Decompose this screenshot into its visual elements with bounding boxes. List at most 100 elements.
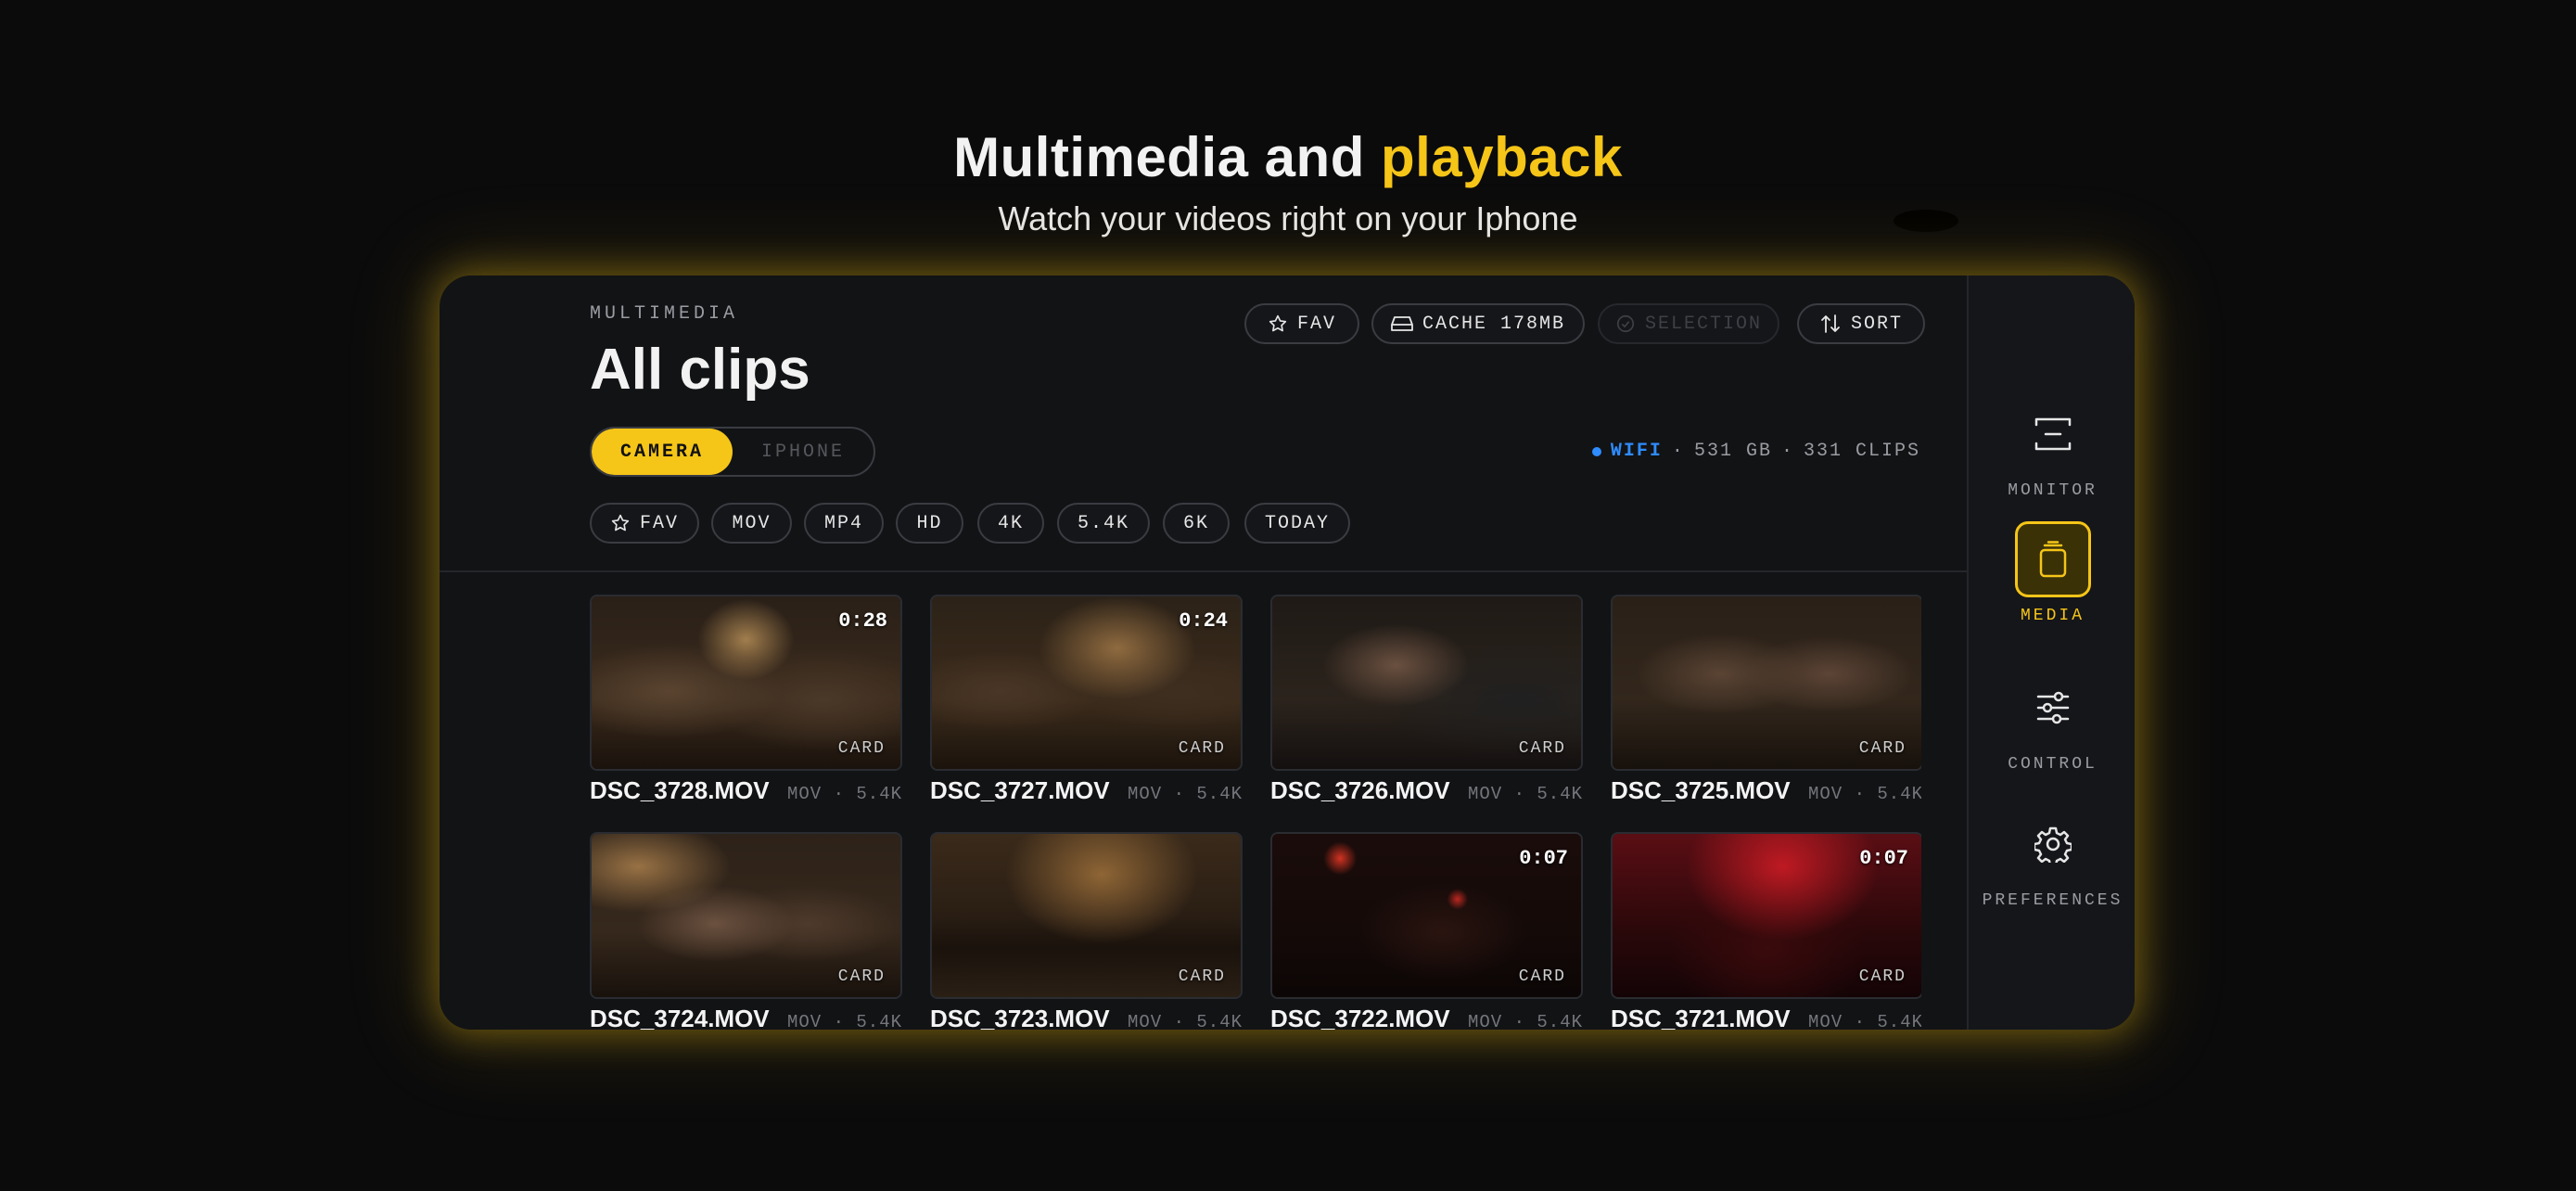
clip-thumbnail[interactable]: CARD [590, 832, 902, 999]
clip-count: 331 CLIPS [1803, 441, 1920, 462]
clip-meta: DSC_3723.MOV MOV · 5.4K [930, 1005, 1243, 1030]
clip-filename: DSC_3722.MOV [1270, 1005, 1450, 1030]
clip-info: MOV · 5.4K [786, 784, 902, 804]
monitor-icon [2015, 396, 2091, 472]
clip-card[interactable]: 0:07 CARD DSC_3722.MOV MOV · 5.4K [1270, 832, 1583, 1030]
clip-card[interactable]: 0:07 CARD DSC_3721.MOV MOV · 5.4K [1611, 832, 1921, 1030]
filter-hd[interactable]: HD [896, 503, 963, 544]
star-icon [611, 514, 630, 531]
sliders-icon [2015, 670, 2091, 746]
clip-format: MOV [1127, 1012, 1163, 1030]
clip-card[interactable]: CARD DSC_3723.MOV MOV · 5.4K [930, 832, 1243, 1030]
clip-meta: DSC_3726.MOV MOV · 5.4K [1270, 776, 1583, 805]
filter-5-4k[interactable]: 5.4K [1057, 503, 1150, 544]
clip-source: CARD [1518, 739, 1566, 758]
sidebar-item-monitor[interactable]: MONITOR [1969, 396, 2135, 500]
clip-meta: DSC_3727.MOV MOV · 5.4K [930, 776, 1243, 805]
sidebar-item-label: MEDIA [2020, 607, 2085, 625]
fav-button-label: FAV [1296, 313, 1336, 335]
clip-resolution: 5.4K [1877, 784, 1921, 804]
sidebar: MONITOR MEDIA CONTROL PREFERENCES [1967, 275, 2135, 1030]
sidebar-item-control[interactable]: CONTROL [1969, 670, 2135, 774]
star-icon [1269, 314, 1287, 332]
clip-filename: DSC_3723.MOV [930, 1005, 1110, 1030]
clip-resolution: 5.4K [856, 1012, 902, 1030]
media-icon [2014, 521, 2091, 597]
hero-title: Multimedia and playback [0, 119, 2576, 197]
clip-thumbnail[interactable]: 0:28 CARD [590, 595, 902, 771]
clip-card[interactable]: CARD DSC_3726.MOV MOV · 5.4K [1270, 595, 1583, 805]
sidebar-item-media[interactable]: MEDIA [1969, 521, 2135, 625]
hero-title-accent: playback [1381, 126, 1623, 188]
source-option-camera[interactable]: CAMERA [592, 429, 733, 475]
clip-resolution: 5.4K [1537, 784, 1583, 804]
sort-button[interactable]: SORT [1797, 303, 1925, 344]
clip-source: CARD [1178, 739, 1226, 758]
clip-thumbnail[interactable]: CARD [1611, 595, 1921, 771]
clip-info: MOV · 5.4K [1128, 1012, 1243, 1030]
clip-thumbnail[interactable]: CARD [1270, 595, 1583, 771]
filter-label: 4K [997, 512, 1024, 534]
hero: Multimedia and playback Watch your video… [0, 119, 2576, 241]
drive-icon [1391, 316, 1413, 331]
clip-info: MOV · 5.4K [1808, 1012, 1921, 1030]
selection-button[interactable]: SELECTION [1598, 303, 1779, 344]
section-label: MULTIMEDIA [590, 303, 739, 325]
sidebar-item-preferences[interactable]: PREFERENCES [1969, 806, 2135, 910]
filter-today[interactable]: TODAY [1244, 503, 1350, 544]
clip-resolution: 5.4K [1196, 1012, 1243, 1030]
filter-mp4[interactable]: MP4 [804, 503, 884, 544]
filter-label: 5.4K [1077, 512, 1129, 534]
clip-info: MOV · 5.4K [1807, 784, 1921, 804]
fav-button[interactable]: FAV [1244, 303, 1359, 344]
clip-meta: DSC_3721.MOV MOV · 5.4K [1611, 1005, 1921, 1030]
clip-filename: DSC_3721.MOV [1611, 1005, 1791, 1030]
gear-icon [2015, 806, 2091, 882]
filter-label: MP4 [823, 512, 863, 534]
clip-duration: 0:07 [1859, 847, 1908, 870]
connection-status: WIFI · 531 GB · 331 CLIPS [1591, 441, 1920, 462]
wifi-dot-icon [1591, 446, 1601, 456]
clip-source: CARD [1178, 967, 1226, 986]
clip-meta: DSC_3724.MOV MOV · 5.4K [590, 1005, 902, 1030]
page-title: All clips [590, 338, 810, 402]
filter-label: TODAY [1264, 512, 1330, 534]
clip-card[interactable]: 0:24 CARD DSC_3727.MOV MOV · 5.4K [930, 595, 1243, 805]
clip-card[interactable]: CARD DSC_3724.MOV MOV · 5.4K [590, 832, 902, 1030]
filter-4k[interactable]: 4K [977, 503, 1044, 544]
filter-label: MOV [732, 512, 772, 534]
clip-card[interactable]: CARD DSC_3725.MOV MOV · 5.4K [1611, 595, 1921, 805]
filter-fav[interactable]: FAV [590, 503, 699, 544]
hero-title-main: Multimedia and [953, 126, 1382, 188]
clip-thumbnail[interactable]: 0:07 CARD [1270, 832, 1583, 999]
filter-6k[interactable]: 6K [1163, 503, 1230, 544]
clip-filename: DSC_3724.MOV [590, 1005, 770, 1030]
clip-thumbnail[interactable]: CARD [930, 832, 1243, 999]
clip-info: MOV · 5.4K [1467, 784, 1583, 804]
clip-source: CARD [1858, 967, 1906, 986]
clip-info: MOV · 5.4K [1127, 784, 1243, 804]
hero-subtitle: Watch your videos right on your Iphone [998, 199, 1578, 237]
filter-label: FAV [639, 512, 679, 534]
cache-button-label: CACHE 178MB [1422, 313, 1566, 335]
clip-info: MOV · 5.4K [1468, 1012, 1583, 1030]
status-separator: · [1671, 441, 1685, 462]
status-separator: · [1780, 441, 1794, 462]
clip-info: MOV · 5.4K [787, 1012, 902, 1030]
clip-thumbnail[interactable]: 0:24 CARD [930, 595, 1243, 771]
main-panel: MULTIMEDIA All clips FAV CACHE 178MB SEL… [440, 275, 1967, 1030]
clip-thumbnail[interactable]: 0:07 CARD [1611, 832, 1921, 999]
filter-mov[interactable]: MOV [711, 503, 792, 544]
sort-arrows-icon [1821, 314, 1840, 333]
clip-card[interactable]: 0:28 CARD DSC_3728.MOV MOV · 5.4K [590, 595, 902, 805]
filter-label: HD [916, 512, 943, 534]
source-option-iphone[interactable]: IPHONE [733, 429, 874, 475]
clip-format: MOV [786, 784, 823, 804]
clip-meta: DSC_3725.MOV MOV · 5.4K [1611, 776, 1921, 805]
header-divider [440, 570, 1967, 572]
clip-meta: DSC_3728.MOV MOV · 5.4K [590, 776, 902, 805]
cache-button[interactable]: CACHE 178MB [1371, 303, 1585, 344]
sidebar-item-label: PREFERENCES [1982, 891, 2123, 910]
source-toggle: CAMERA IPHONE [590, 427, 875, 477]
check-circle-icon [1616, 314, 1635, 333]
